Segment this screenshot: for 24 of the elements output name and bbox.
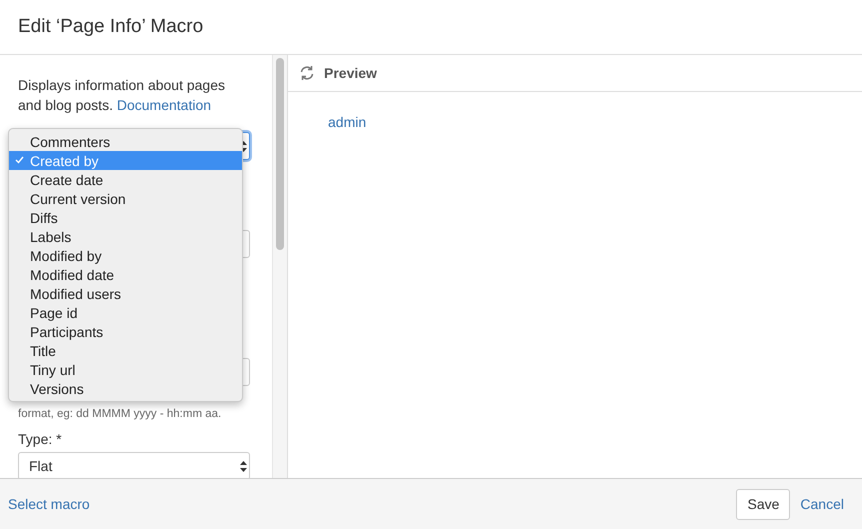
dropdown-option[interactable]: Modified users — [9, 284, 242, 303]
dropdown-option[interactable]: Page id — [9, 303, 242, 322]
dropdown-option[interactable]: Tiny url — [9, 360, 242, 379]
preview-content: admin — [328, 114, 366, 130]
dropdown-option[interactable]: Modified date — [9, 265, 242, 284]
macro-description: Displays information about pages and blog posts. Documentation — [18, 76, 226, 115]
window-title: Edit ‘Page Info’ Macro — [18, 16, 204, 38]
dropdown-option[interactable]: Commenters — [9, 132, 242, 151]
preview-title: Preview — [324, 65, 377, 81]
select-macro-link[interactable]: Select macro — [8, 496, 90, 512]
type-label: Type: * — [18, 431, 63, 447]
dropdown-option[interactable]: Title — [9, 341, 242, 360]
dropdown-option[interactable]: Create date — [9, 170, 242, 189]
cancel-link[interactable]: Cancel — [800, 496, 844, 512]
dropdown-option[interactable]: Labels — [9, 227, 242, 246]
documentation-link[interactable]: Documentation — [116, 97, 212, 113]
dropdown-option[interactable]: Modified by — [9, 246, 242, 265]
save-button[interactable]: Save — [736, 488, 790, 520]
dropdown-option[interactable]: Versions — [9, 379, 242, 398]
dropdown-option[interactable]: Current version — [9, 189, 242, 208]
help-text: format, eg: dd MMMM yyyy - hh:mm aa. — [18, 407, 222, 422]
dropdown-option[interactable]: Participants — [9, 322, 242, 341]
dropdown-option[interactable]: Diffs — [9, 208, 242, 227]
type-select[interactable]: Flat — [18, 452, 250, 478]
